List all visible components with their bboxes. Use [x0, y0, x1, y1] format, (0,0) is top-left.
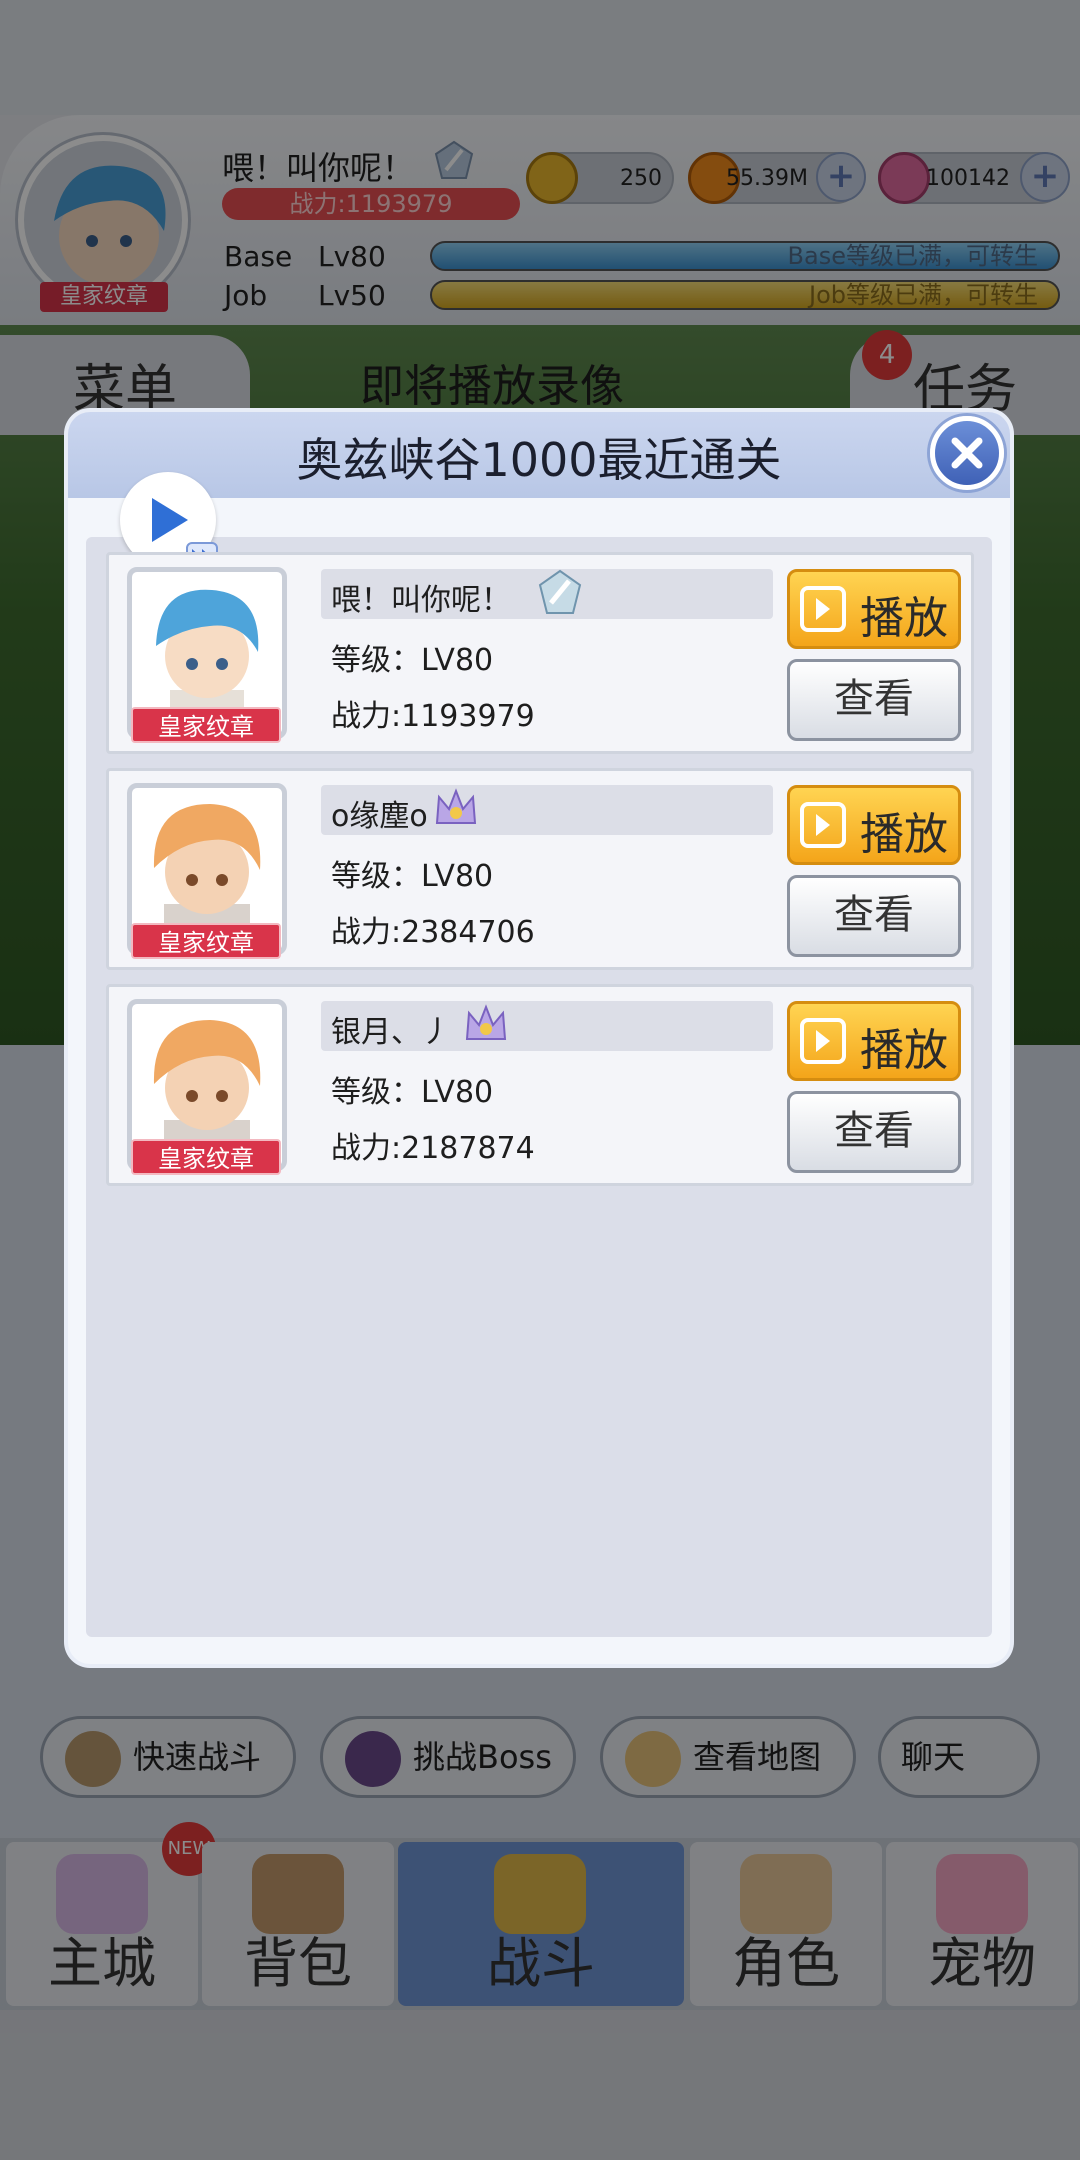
royal-medal-badge: 皇家纹章 [131, 923, 281, 959]
record-level: 等级：LV80 [331, 1075, 494, 1110]
rank-emblem-icon [533, 567, 587, 621]
record-power: 战力:2384706 [331, 915, 535, 950]
view-details-button[interactable]: 查看 [787, 875, 961, 957]
dialog-title: 奥兹峡谷1000最近通关 [296, 433, 782, 487]
royal-medal-badge: 皇家纹章 [131, 1139, 281, 1175]
play-label: 播放 [860, 1025, 948, 1076]
record-power: 战力:1193979 [331, 699, 535, 734]
record-player-name: 银月、丿 [331, 1015, 451, 1050]
play-icon [152, 498, 188, 542]
record-row: 皇家纹章 喂！叫你呢！ 等级：LV80 战力:1193979 播放 查看 [106, 552, 974, 754]
play-replay-button[interactable]: 播放 [787, 785, 961, 865]
record-level: 等级：LV80 [331, 643, 494, 678]
play-replay-button[interactable]: 播放 [787, 569, 961, 649]
record-row: 皇家纹章 银月、丿 等级：LV80 战力:2187874 播放 查看 [106, 984, 974, 1186]
play-label: 播放 [860, 593, 948, 644]
play-icon [800, 802, 846, 848]
record-row: 皇家纹章 o缘塵o 等级：LV80 战力:2384706 播放 查看 [106, 768, 974, 970]
crown-emblem-icon [459, 999, 513, 1053]
royal-medal-badge: 皇家纹章 [131, 707, 281, 743]
close-button[interactable] [930, 416, 1004, 490]
record-level: 等级：LV80 [331, 859, 494, 894]
play-replay-button[interactable]: 播放 [787, 1001, 961, 1081]
record-power: 战力:2187874 [331, 1131, 535, 1166]
record-player-name: 喂！叫你呢！ [331, 583, 511, 618]
view-details-button[interactable]: 查看 [787, 1091, 961, 1173]
close-icon [951, 437, 983, 469]
play-icon [800, 1018, 846, 1064]
crown-emblem-icon [429, 783, 483, 837]
view-details-button[interactable]: 查看 [787, 659, 961, 741]
play-icon [800, 586, 846, 632]
play-label: 播放 [860, 809, 948, 860]
record-player-name: o缘塵o [331, 799, 428, 834]
